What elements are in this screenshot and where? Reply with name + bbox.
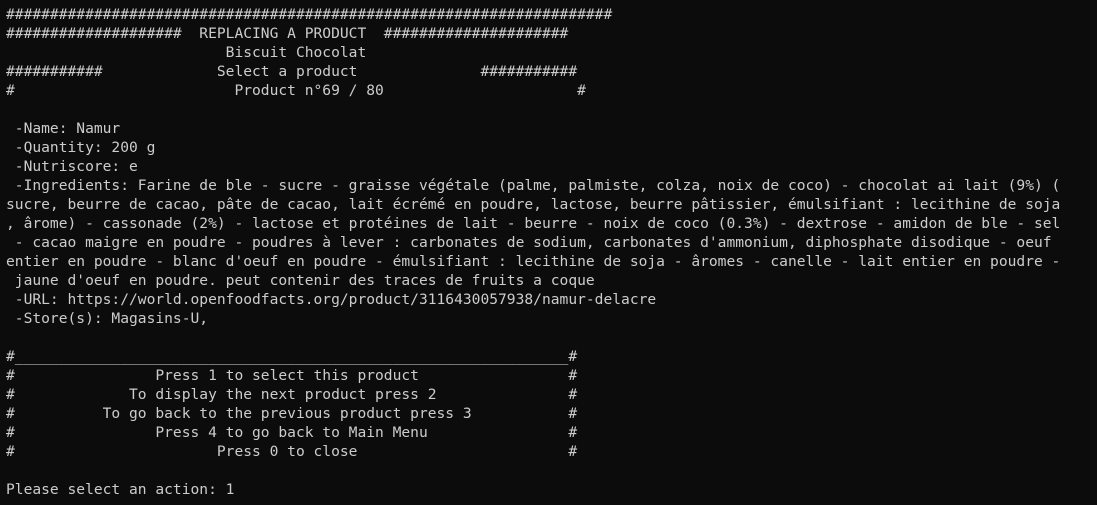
action-input[interactable]: 1 xyxy=(226,481,235,498)
product-ingredients-6: jaune d'oeuf en poudre. peut contenir de… xyxy=(6,272,595,289)
product-ingredients-5: entier en poudre - blanc d'oeuf en poudr… xyxy=(6,253,1061,270)
terminal-window[interactable]: ########################################… xyxy=(0,0,1097,505)
product-ingredients-1: -Ingredients: Farine de ble - sucre - gr… xyxy=(6,177,1061,194)
product-ingredients-4: - cacao maigre en poudre - poudres à lev… xyxy=(6,234,1052,251)
header-border-top: ########################################… xyxy=(6,6,613,23)
header-product-counter: # Product n°69 / 80 # xyxy=(6,82,586,99)
product-stores: -Store(s): Magasins-U, xyxy=(6,310,209,327)
menu-option-previous: # To go back to the previous product pre… xyxy=(6,405,578,422)
product-ingredients-2: sucre, beurre de cacao, pâte de cacao, l… xyxy=(6,196,1061,213)
product-url: -URL: https://world.openfoodfacts.org/pr… xyxy=(6,291,657,308)
product-nutriscore: -Nutriscore: e xyxy=(6,158,138,175)
header-select: ########### Select a product ########### xyxy=(6,63,578,80)
product-quantity: -Quantity: 200 g xyxy=(6,139,156,156)
product-name: -Name: Namur xyxy=(6,120,121,137)
menu-option-close: # Press 0 to close # xyxy=(6,443,578,460)
menu-option-next: # To display the next product press 2 # xyxy=(6,386,578,403)
product-ingredients-3: , ârome) - cassonade (2%) - lactose et p… xyxy=(6,215,1061,232)
menu-option-select: # Press 1 to select this product # xyxy=(6,367,578,384)
header-category: Biscuit Chocolat xyxy=(6,44,367,61)
menu-option-main-menu: # Press 4 to go back to Main Menu # xyxy=(6,424,578,441)
header-title: #################### REPLACING A PRODUCT… xyxy=(6,25,569,42)
menu-border: #_______________________________________… xyxy=(6,348,578,365)
action-prompt[interactable]: Please select an action: 1 xyxy=(6,480,1097,499)
action-prompt-label: Please select an action: xyxy=(6,481,226,498)
